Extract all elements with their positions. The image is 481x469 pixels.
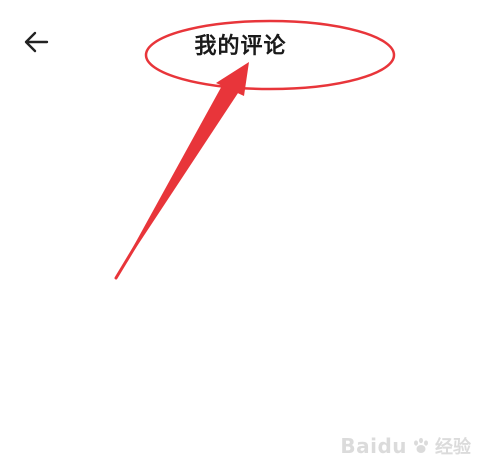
- page-title: 我的评论: [194, 34, 287, 59]
- watermark-brand: Baidu: [340, 434, 407, 458]
- watermark-sub: 经验: [435, 437, 471, 458]
- top-bar: 我的评论: [0, 0, 481, 90]
- paw-icon: [414, 437, 428, 453]
- annotation-arrow: [114, 62, 249, 280]
- watermark: Baidu 经验: [340, 433, 471, 459]
